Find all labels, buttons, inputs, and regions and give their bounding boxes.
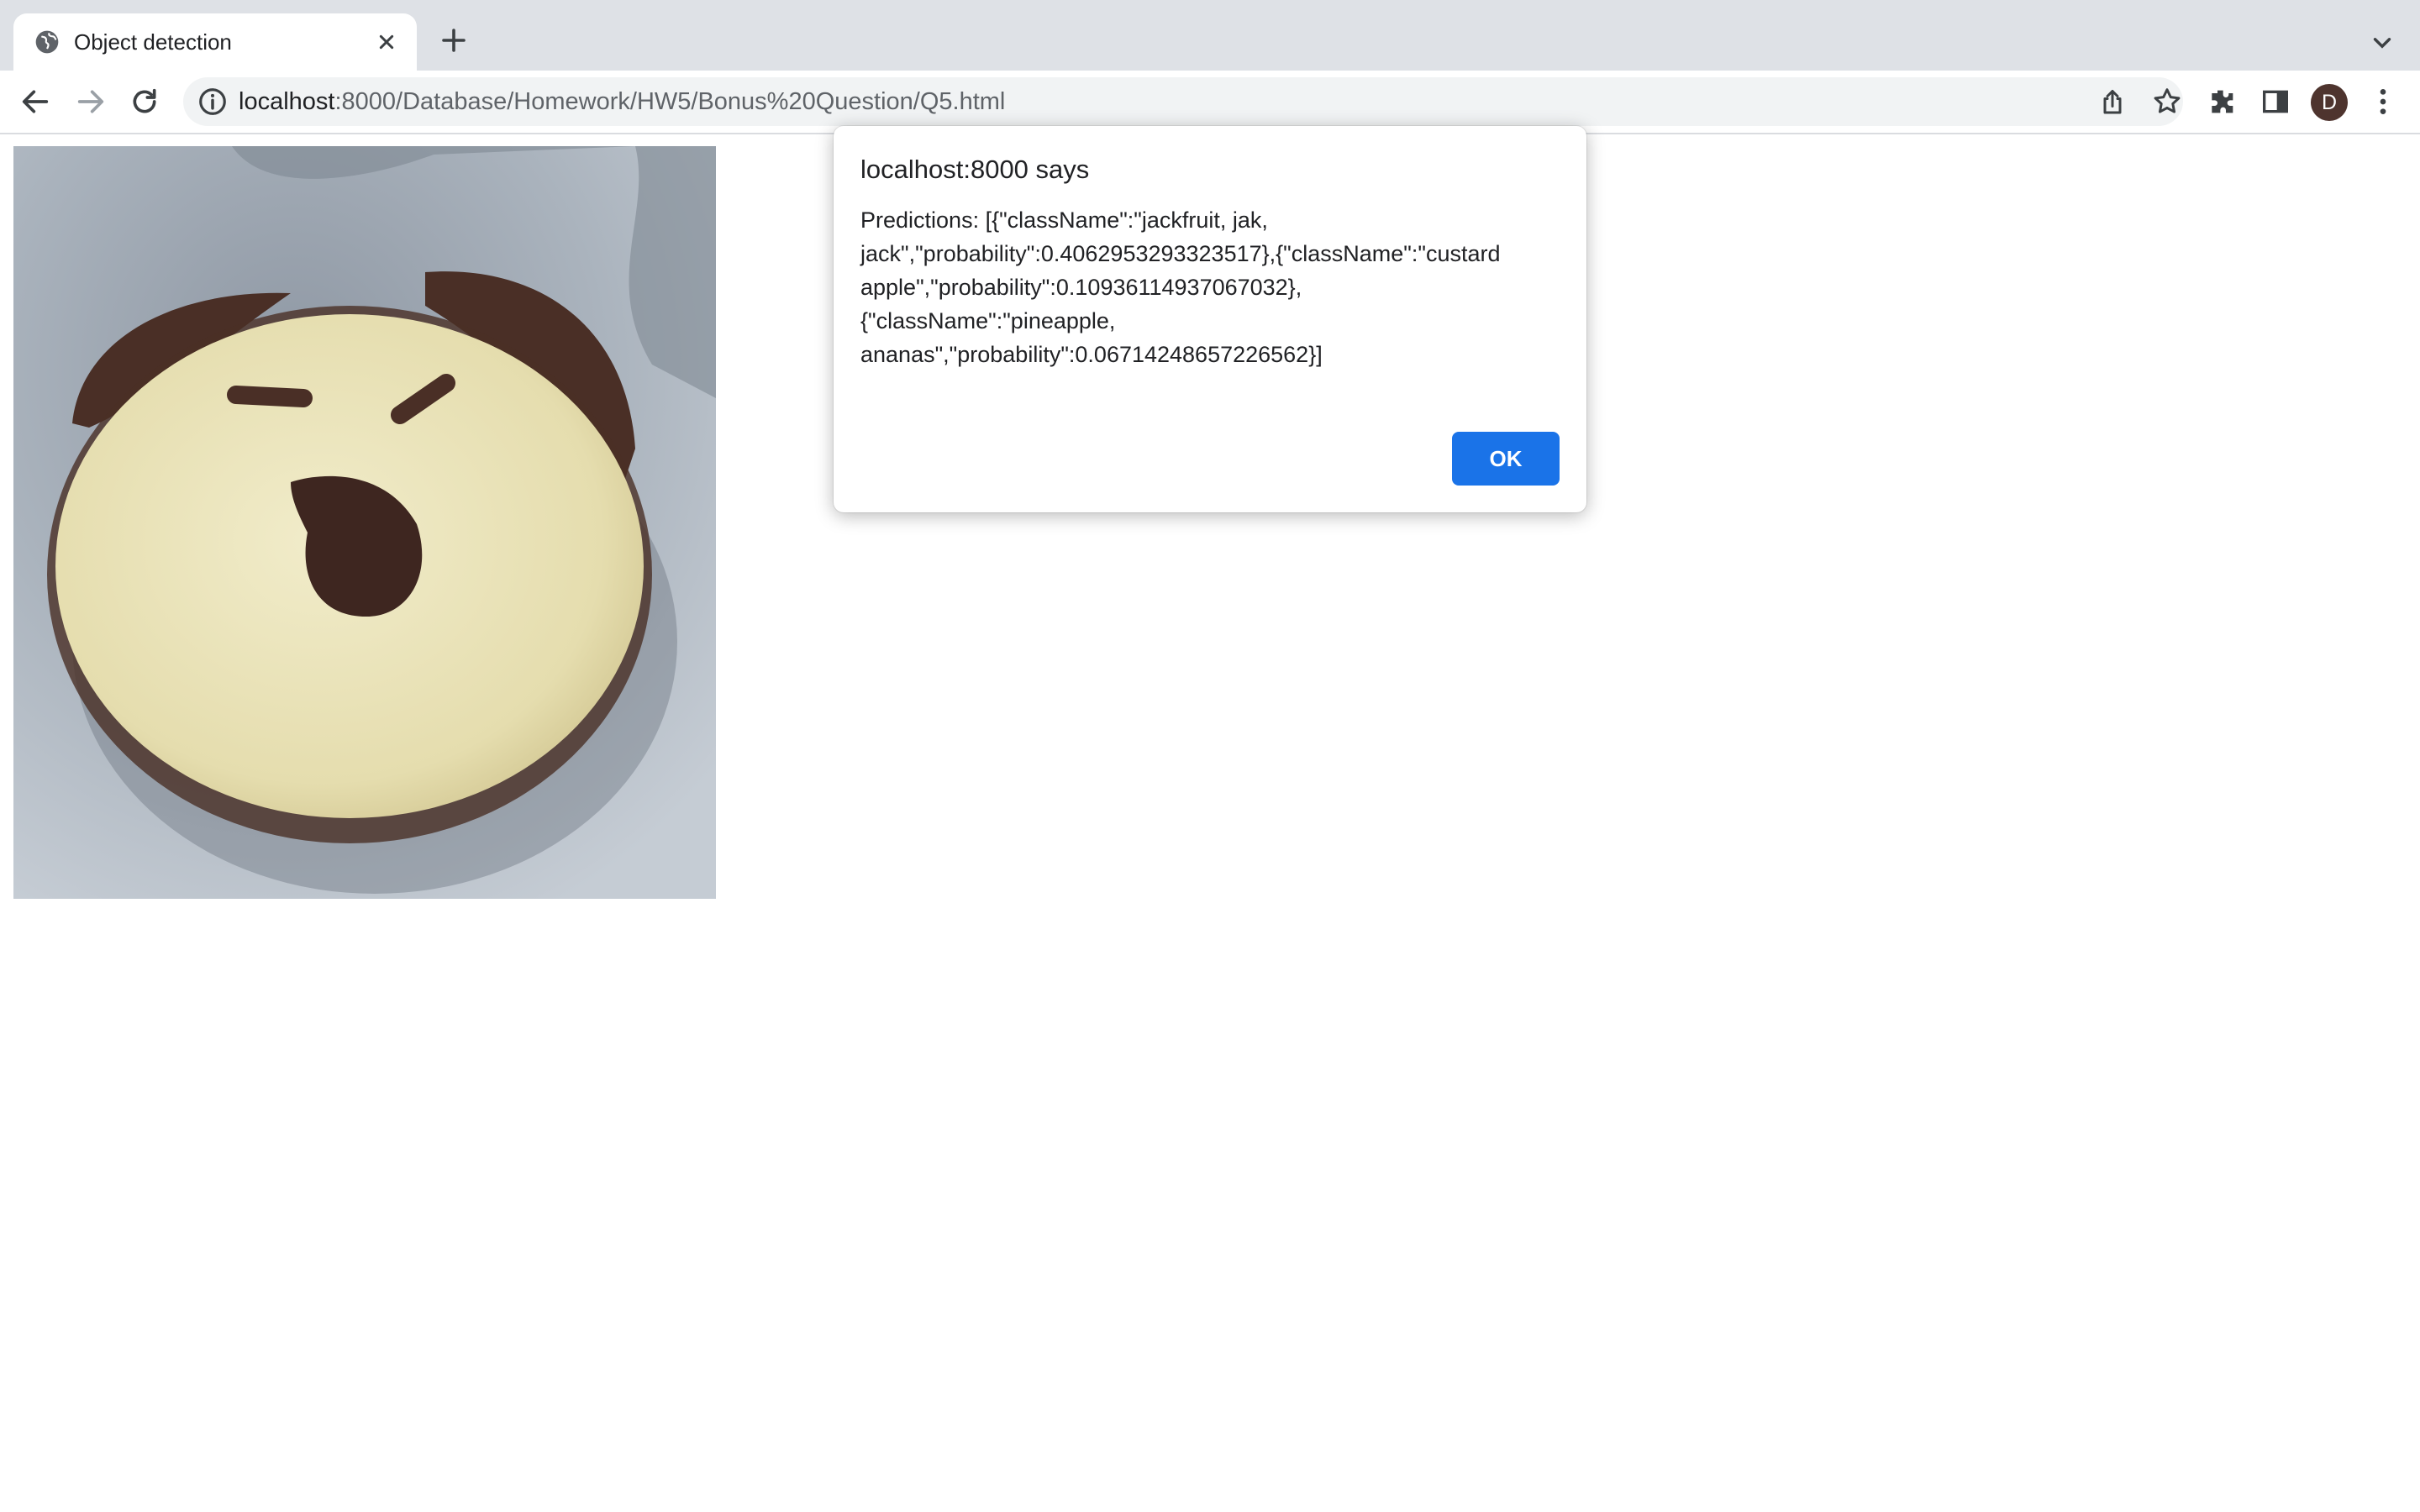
menu-icon[interactable] — [2366, 85, 2400, 118]
tab-search-icon[interactable] — [2368, 29, 2396, 57]
tab-strip: Object detection — [0, 0, 2420, 71]
star-icon[interactable] — [2151, 86, 2183, 118]
side-panel-icon[interactable] — [2259, 85, 2292, 118]
share-icon[interactable] — [2097, 87, 2128, 118]
tab-title: Object detection — [74, 29, 232, 55]
url-text: localhost:8000/Database/Homework/HW5/Bon… — [239, 77, 1005, 126]
reload-icon[interactable] — [128, 85, 161, 118]
info-icon[interactable] — [197, 86, 229, 118]
avatar[interactable]: D — [2311, 84, 2348, 121]
ok-button[interactable]: OK — [1452, 432, 1560, 486]
alert-dialog: localhost:8000 says Predictions: [{"clas… — [834, 126, 1586, 512]
new-tab-icon[interactable] — [439, 25, 469, 55]
tab-object-detection[interactable]: Object detection — [13, 13, 417, 71]
url-path: :8000/Database/Homework/HW5/Bonus%20Ques… — [334, 88, 1006, 115]
url-host: localhost — [239, 88, 335, 115]
cookie-photo — [13, 146, 716, 899]
forward-icon[interactable] — [74, 85, 108, 118]
toolbar: localhost:8000/Database/Homework/HW5/Bon… — [0, 71, 2420, 134]
back-icon[interactable] — [18, 85, 52, 118]
globe-icon — [35, 30, 59, 54]
dialog-title: localhost:8000 says — [860, 155, 1090, 184]
dialog-message: Predictions: [{"className":"jackfruit, j… — [860, 207, 1501, 367]
close-icon[interactable] — [373, 29, 400, 55]
extensions-icon[interactable] — [2205, 85, 2238, 118]
address-bar[interactable]: localhost:8000/Database/Homework/HW5/Bon… — [183, 77, 2183, 126]
